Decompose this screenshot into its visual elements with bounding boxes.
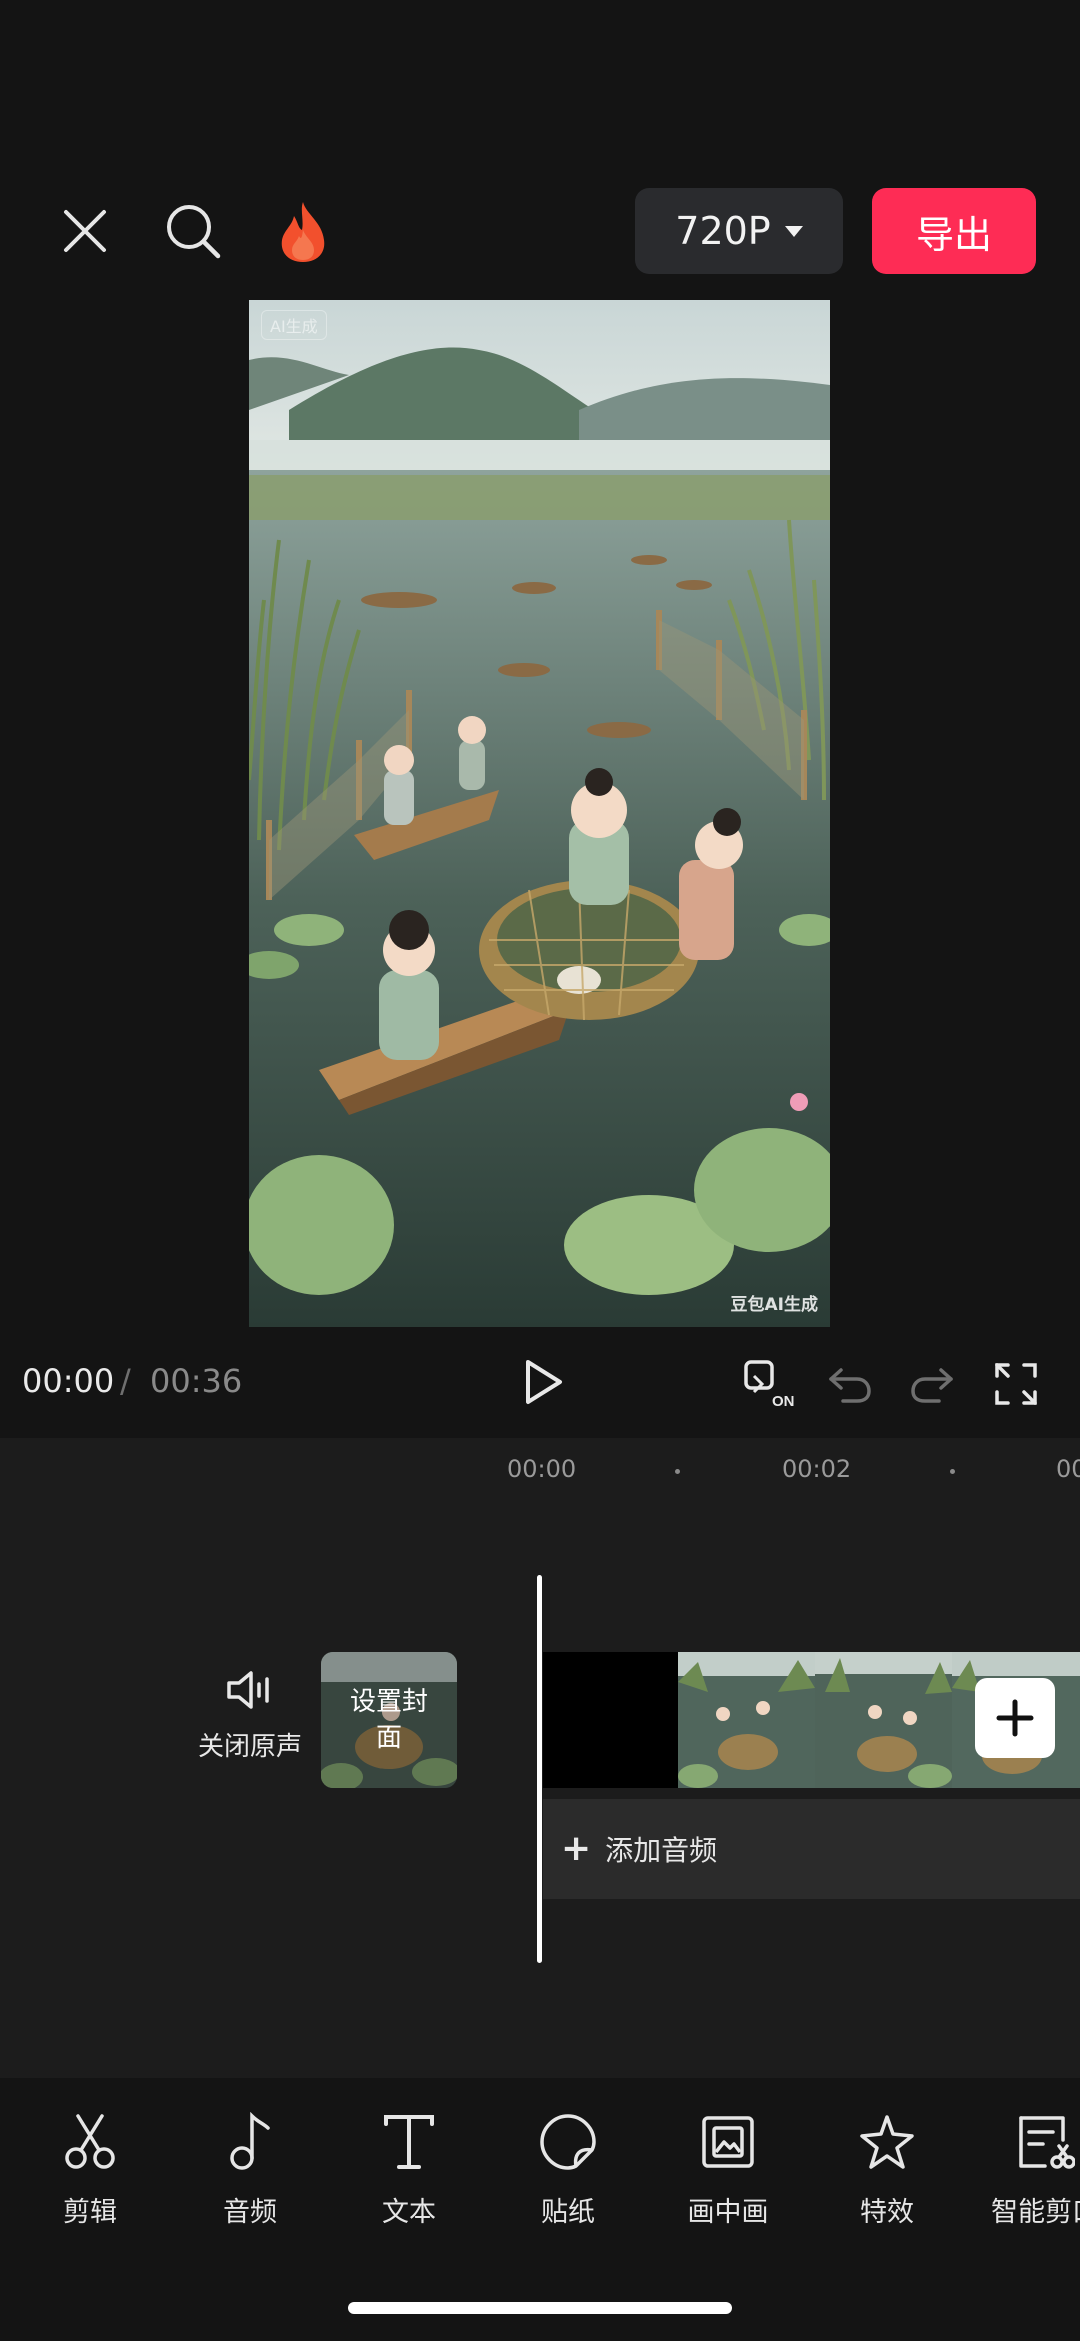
plus-icon: +: [561, 1828, 592, 1869]
total-time: 00:36: [150, 1362, 243, 1400]
tool-text[interactable]: 文本: [339, 2112, 479, 2229]
text-icon: [381, 2112, 437, 2176]
ruler-label: 00:00: [507, 1455, 577, 1483]
scissors-icon: [62, 2112, 118, 2176]
tool-label: 特效: [860, 2197, 914, 2228]
add-audio-label: 添加音频: [605, 1834, 718, 1867]
close-icon[interactable]: [52, 198, 118, 264]
ruler-dot: [950, 1469, 955, 1474]
clip-frame: [815, 1652, 952, 1788]
svg-text:ON: ON: [772, 1393, 795, 1410]
set-cover-button[interactable]: 设置封面: [321, 1652, 457, 1788]
video-preview[interactable]: AI生成 豆包AI生成: [249, 300, 830, 1327]
ai-watermark-top: AI生成: [261, 310, 327, 340]
tool-audio[interactable]: 音频: [180, 2111, 320, 2229]
tool-smart-cut[interactable]: 智能剪口: [975, 2112, 1080, 2229]
play-icon[interactable]: [512, 1352, 572, 1412]
tool-edit[interactable]: 剪辑: [20, 2112, 160, 2229]
add-audio-button[interactable]: + 添加音频: [543, 1799, 1080, 1899]
effects-star-icon: [857, 2112, 917, 2176]
resolution-dropdown[interactable]: 720P: [635, 188, 843, 274]
search-icon[interactable]: [158, 196, 228, 266]
preview-frame-image: [249, 300, 830, 1327]
tool-effects[interactable]: 特效: [817, 2112, 957, 2229]
sticker-icon: [538, 2112, 598, 2176]
time-separator: /: [120, 1362, 131, 1400]
tool-sticker[interactable]: 贴纸: [498, 2112, 638, 2229]
ai-watermark-bottom: 豆包AI生成: [730, 1295, 818, 1315]
smart-cut-icon: [1015, 2112, 1076, 2176]
ruler-dot: [675, 1469, 680, 1474]
flame-icon[interactable]: [268, 196, 338, 268]
fullscreen-icon[interactable]: [988, 1356, 1044, 1412]
set-cover-label: 设置封面: [321, 1652, 457, 1788]
export-button[interactable]: 导出: [872, 188, 1036, 274]
home-indicator[interactable]: [348, 2302, 732, 2314]
tool-picture-in-picture[interactable]: 画中画: [658, 2112, 798, 2229]
playhead[interactable]: [537, 1575, 542, 1963]
tool-label: 画中画: [687, 2197, 769, 2228]
keyframe-on-icon[interactable]: ON: [740, 1356, 800, 1412]
current-time: 00:00: [22, 1362, 115, 1400]
tool-label: 智能剪口: [991, 2197, 1080, 2228]
redo-icon[interactable]: [904, 1356, 960, 1412]
tool-label: 文本: [382, 2197, 436, 2228]
editor-screen: 720P 导出 AI生成 豆包AI生成 00:00 / 00:36 ON 00:…: [0, 0, 1080, 2341]
resolution-label: 720P: [675, 209, 771, 253]
undo-icon[interactable]: [822, 1356, 878, 1412]
tool-label: 剪辑: [63, 2197, 117, 2228]
ruler-label: 00:02: [782, 1455, 852, 1483]
mute-original-label: 关闭原声: [197, 1732, 302, 1762]
tool-label: 贴纸: [541, 2197, 595, 2228]
music-note-icon: [222, 2111, 278, 2176]
clip-frame: [678, 1652, 815, 1788]
mute-original-button[interactable]: 关闭原声: [190, 1668, 310, 1763]
speaker-icon: [225, 1668, 275, 1716]
chevron-down-icon: [784, 225, 803, 237]
picture-in-picture-icon: [700, 2112, 756, 2176]
tool-label: 音频: [223, 2197, 277, 2228]
plus-icon: [996, 1699, 1034, 1737]
add-clip-button[interactable]: [975, 1678, 1055, 1758]
ruler-label: 00: [1056, 1455, 1080, 1483]
